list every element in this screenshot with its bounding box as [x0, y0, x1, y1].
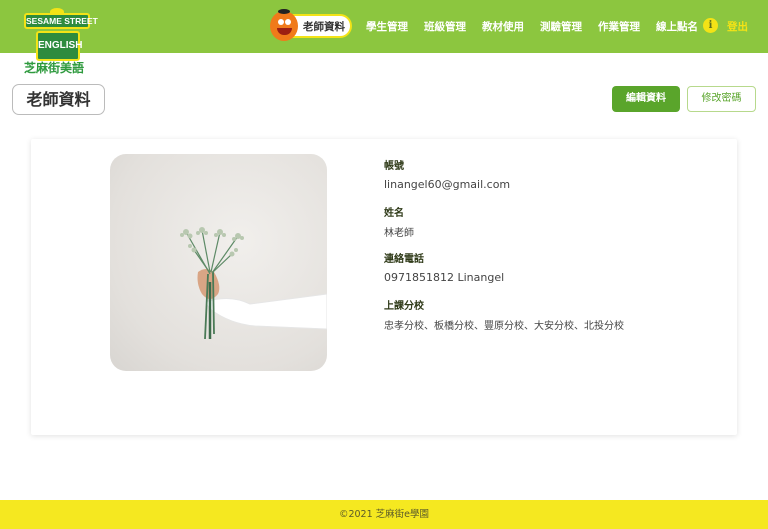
phone-value: 0971851812 Linangel — [384, 271, 505, 284]
phone-label: 連絡電話 — [384, 254, 424, 265]
name-label: 姓名 — [384, 208, 404, 219]
sesame-street-logo[interactable]: SESAME STREET ENGLISH 芝麻街美語 — [22, 8, 98, 75]
name-value: 林老師 — [384, 228, 414, 239]
branches-label: 上課分校 — [384, 301, 424, 312]
page-title: 老師資料 — [12, 84, 105, 115]
edit-profile-button[interactable]: 編輯資料 — [612, 86, 680, 112]
profile-photo — [110, 154, 327, 371]
branches-value: 忠孝分校、板橋分校、豐原分校、大安分校、北投分校 — [384, 321, 624, 332]
logo-sign-top: SESAME STREET — [24, 13, 98, 29]
account-value: linangel60@gmail.com — [384, 178, 511, 191]
nav-item-materials[interactable]: 教材使用 — [482, 19, 524, 34]
logo-sign-english: ENGLISH — [36, 31, 82, 61]
nav-item-tests[interactable]: 測驗管理 — [540, 19, 582, 34]
nav-item-roll-call[interactable]: 線上點名 — [656, 19, 698, 34]
logo-chinese-text: 芝麻街美語 — [24, 61, 85, 75]
change-password-button[interactable]: 修改密碼 — [687, 86, 756, 112]
nav-menu: 學生管理 班級管理 教材使用 測驗管理 作業管理 線上點名 — [366, 19, 698, 34]
nav-item-homework[interactable]: 作業管理 — [598, 19, 640, 34]
nav-teacher-profile[interactable]: 老師資料 — [270, 9, 352, 41]
ernie-avatar-icon — [270, 9, 298, 41]
profile-card: 帳號 linangel60@gmail.com 姓名 林老師 連絡電話 0971… — [31, 139, 737, 435]
info-icon[interactable]: i — [703, 18, 718, 33]
logout-link[interactable]: 登出 — [727, 19, 748, 34]
nav-teacher-profile-label: 老師資料 — [303, 21, 345, 33]
footer: ©2021 芝麻街e學園 — [0, 500, 768, 529]
nav-item-students[interactable]: 學生管理 — [366, 19, 408, 34]
top-navbar: SESAME STREET ENGLISH 芝麻街美語 老師資料 學生管理 班級… — [0, 0, 768, 75]
nav-item-classes[interactable]: 班級管理 — [424, 19, 466, 34]
footer-copyright: ©2021 芝麻街e學園 — [338, 509, 430, 520]
account-label: 帳號 — [384, 161, 404, 172]
